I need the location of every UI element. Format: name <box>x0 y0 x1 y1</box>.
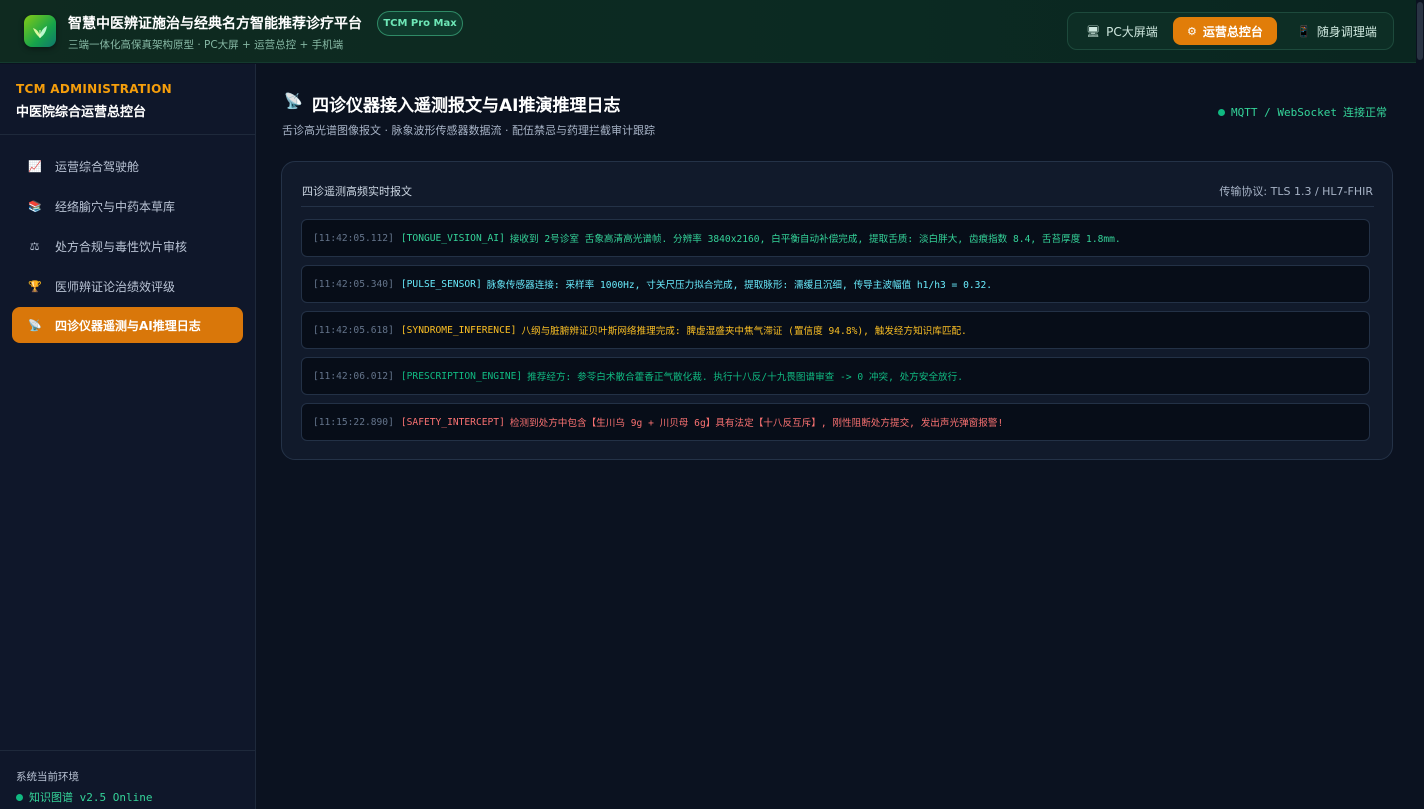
environment-status: 知识图谱 v2.5 Online <box>16 789 152 805</box>
telemetry-log-panel: 四诊遥测高频实时报文 传输协议: TLS 1.3 / HL7-FHIR [11:… <box>281 161 1393 460</box>
log-message: 推荐经方: 参苓白术散合藿香正气散化裁. 执行十八反/十九畏图谱审查 -> 0 … <box>527 372 964 383</box>
sidebar-item-herb-library[interactable]: 📚 经络腧穴与中药本草库 <box>12 188 243 224</box>
log-message: 脉象传感器连接: 采样率 1000Hz, 寸关尺压力拟合完成, 提取脉形: 濡缓… <box>486 280 992 291</box>
mode-pc-screen-button[interactable]: 🖥 PC大屏端 <box>1074 17 1170 45</box>
mode-mobile-button[interactable]: 📱 随身调理端 <box>1285 17 1389 45</box>
log-tag: [PULSE_SENSOR] <box>400 278 482 290</box>
log-timestamp: [11:42:05.618] <box>313 324 394 336</box>
sidebar-title: 中医院综合运营总控台 <box>16 105 147 120</box>
log-message: 八纲与脏腑辨证贝叶斯网络推理完成: 脾虚湿盛夹中焦气滞证 (置信度 94.8%)… <box>521 326 967 337</box>
monitor-icon: 🖥 <box>1086 24 1101 38</box>
log-message: 检测到处方中包含【生川乌 9g + 川贝母 6g】具有法定【十八反互斥】, 刚性… <box>509 418 1004 429</box>
log-tag: [PRESCRIPTION_ENGINE] <box>400 370 523 382</box>
books-icon: 📚 <box>28 199 42 213</box>
log-message: 接收到 2号诊室 舌象高清高光谱帧. 分辨率 3840x2160, 白平衡自动补… <box>509 234 1121 245</box>
herb-leaf-icon <box>24 15 56 47</box>
satellite-icon: 📡 <box>28 318 42 332</box>
log-row: [11:15:22.890] [SAFETY_INTERCEPT] 检测到处方中… <box>301 403 1370 441</box>
sidebar-kicker: TCM ADMINISTRATION <box>16 82 172 96</box>
app-subtitle: 三端一体化高保真架构原型 · PC大屏 + 运营总控 + 手机端 <box>68 39 344 51</box>
log-row: [11:42:06.012] [PRESCRIPTION_ENGINE] 推荐经… <box>301 357 1370 395</box>
log-tag: [SAFETY_INTERCEPT] <box>400 416 505 428</box>
top-header: 智慧中医辨证施治与经典名方智能推荐诊疗平台 TCM Pro Max 三端一体化高… <box>0 0 1416 63</box>
log-timestamp: [11:42:06.012] <box>313 370 394 382</box>
connection-protocol: MQTT / WebSocket <box>1231 105 1337 119</box>
sidebar-item-label: 医师辨证论治绩效评级 <box>55 279 176 294</box>
page-title: 四诊仪器接入遥测报文与AI推演推理日志 <box>312 96 621 116</box>
trophy-icon: 🏆 <box>28 279 42 293</box>
log-timestamp: [11:42:05.112] <box>313 232 394 244</box>
environment-label: 系统当前环境 <box>16 771 79 783</box>
environment-status-text: 知识图谱 v2.5 Online <box>29 791 153 804</box>
satellite-icon: 📡 <box>284 92 303 110</box>
log-row: [11:42:05.340] [PULSE_SENSOR] 脉象传感器连接: 采… <box>301 265 1370 303</box>
log-timestamp: [11:42:05.340] <box>313 278 394 290</box>
divider <box>301 206 1374 207</box>
status-dot-icon <box>16 793 23 801</box>
transport-protocol-info: 传输协议: TLS 1.3 / HL7-FHIR <box>1219 185 1373 198</box>
sidebar-item-label: 经络腧穴与中药本草库 <box>55 199 176 214</box>
connection-state: 连接正常 <box>1342 106 1387 119</box>
trend-chart-icon: 📈 <box>28 159 42 173</box>
sidebar-item-label: 处方合规与毒性饮片审核 <box>55 239 188 254</box>
pro-badge: TCM Pro Max <box>377 11 463 36</box>
sidebar-item-label: 四诊仪器遥测与AI推理日志 <box>55 318 201 333</box>
gear-icon: ⚙ <box>1187 24 1197 38</box>
page-scrollbar[interactable] <box>1416 0 1424 809</box>
divider <box>0 134 255 135</box>
page-subtitle: 舌诊高光谱图像报文 · 脉象波形传感器数据流 · 配伍禁忌与药理拦截审计跟踪 <box>282 124 655 137</box>
mode-operations-console-button[interactable]: ⚙ 运营总控台 <box>1173 17 1277 45</box>
sidebar-item-prescription-audit[interactable]: ⚖ 处方合规与毒性饮片审核 <box>12 228 243 264</box>
mode-label: PC大屏端 <box>1106 24 1158 39</box>
sidebar-item-telemetry-logs[interactable]: 📡 四诊仪器遥测与AI推理日志 <box>12 307 243 343</box>
app-title: 智慧中医辨证施治与经典名方智能推荐诊疗平台 <box>68 16 362 32</box>
scrollbar-thumb[interactable] <box>1417 2 1423 60</box>
scales-icon: ⚖ <box>29 239 40 253</box>
log-row: [11:42:05.112] [TONGUE_VISION_AI] 接收到 2号… <box>301 219 1370 257</box>
panel-title: 四诊遥测高频实时报文 <box>302 185 412 198</box>
status-dot-icon <box>1218 108 1225 116</box>
log-tag: [SYNDROME_INFERENCE] <box>400 324 517 336</box>
mode-switch: 🖥 PC大屏端 ⚙ 运营总控台 📱 随身调理端 <box>1067 12 1394 50</box>
log-timestamp: [11:15:22.890] <box>313 416 394 428</box>
log-tag: [TONGUE_VISION_AI] <box>400 232 505 244</box>
mode-label: 运营总控台 <box>1202 24 1263 39</box>
sidebar-item-operations-cockpit[interactable]: 📈 运营综合驾驶舱 <box>12 148 243 184</box>
sidebar-item-label: 运营综合驾驶舱 <box>55 159 140 174</box>
mode-label: 随身调理端 <box>1316 24 1377 39</box>
mobile-phone-icon: 📱 <box>1297 24 1311 38</box>
connection-status: MQTT / WebSocket 连接正常 <box>1218 104 1387 120</box>
divider <box>0 750 255 751</box>
sidebar: TCM ADMINISTRATION 中医院综合运营总控台 📈 运营综合驾驶舱 … <box>0 64 256 809</box>
sidebar-item-physician-rating[interactable]: 🏆 医师辨证论治绩效评级 <box>12 268 243 304</box>
log-row: [11:42:05.618] [SYNDROME_INFERENCE] 八纲与脏… <box>301 311 1370 349</box>
